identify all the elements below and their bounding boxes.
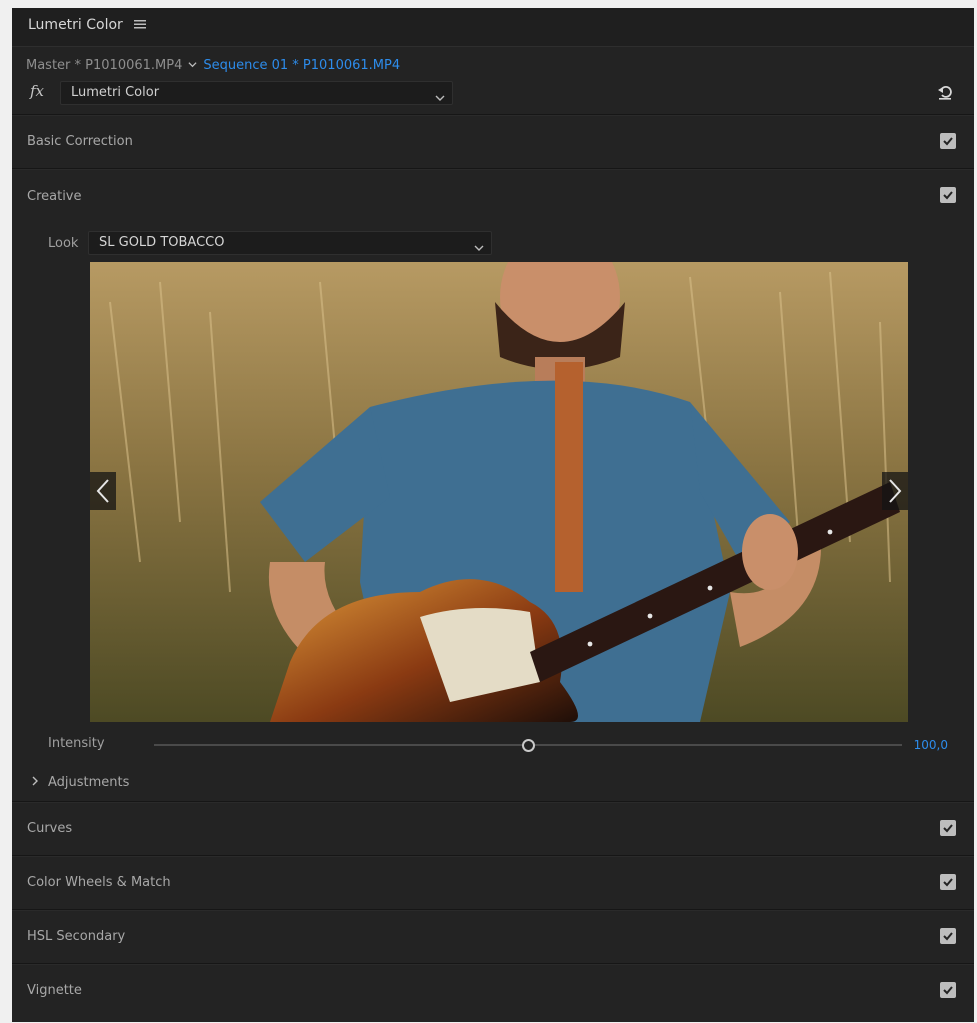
intensity-slider-thumb[interactable] xyxy=(522,739,535,752)
section-enable-checkbox[interactable] xyxy=(940,187,956,203)
section-label: Basic Correction xyxy=(27,134,133,149)
preview-artwork xyxy=(90,262,908,722)
lumetri-color-panel: Lumetri Color Master * P1010061.MP4 Seque… xyxy=(12,8,974,1022)
section-creative: Creative Look SL GOLD TOBACCO Intensity … xyxy=(12,168,974,801)
next-look-button[interactable] xyxy=(882,472,908,510)
chevron-right-icon xyxy=(889,479,902,503)
section-enable-checkbox[interactable] xyxy=(940,928,956,944)
section-enable-checkbox[interactable] xyxy=(940,874,956,890)
section-enable-checkbox[interactable] xyxy=(940,820,956,836)
reset-icon[interactable] xyxy=(936,83,954,101)
chevron-left-icon xyxy=(96,479,109,503)
sequence-clip-tab[interactable]: Sequence 01 * P1010061.MP4 xyxy=(203,58,400,73)
chevron-right-icon xyxy=(30,775,42,790)
source-clip-row: Master * P1010061.MP4 Sequence 01 * P1010… xyxy=(26,58,400,76)
section-vignette[interactable]: Vignette xyxy=(12,963,974,1017)
section-label: HSL Secondary xyxy=(27,929,126,944)
adjustments-label: Adjustments xyxy=(48,775,130,790)
effect-select-value: Lumetri Color xyxy=(71,85,160,100)
section-label: Color Wheels & Match xyxy=(27,875,171,890)
previous-look-button[interactable] xyxy=(90,472,116,510)
adjustments-expander[interactable]: Adjustments xyxy=(30,775,129,790)
fx-icon[interactable]: fx xyxy=(30,82,44,100)
look-preview-image xyxy=(90,262,908,722)
look-select-value: SL GOLD TOBACCO xyxy=(99,235,225,250)
intensity-value[interactable]: 100,0 xyxy=(914,738,948,752)
section-hsl-secondary[interactable]: HSL Secondary xyxy=(12,909,974,963)
chevron-down-icon[interactable] xyxy=(188,58,197,73)
intensity-label: Intensity xyxy=(48,736,105,751)
look-select[interactable]: SL GOLD TOBACCO xyxy=(88,231,492,255)
section-basic-correction[interactable]: Basic Correction xyxy=(12,114,974,168)
effect-select[interactable]: Lumetri Color xyxy=(60,81,453,105)
look-label: Look xyxy=(48,236,79,251)
section-enable-checkbox[interactable] xyxy=(940,982,956,998)
panel-title-bar: Lumetri Color xyxy=(12,8,974,47)
section-curves[interactable]: Curves xyxy=(12,801,974,855)
hamburger-menu-icon[interactable] xyxy=(132,16,148,32)
section-color-wheels-match[interactable]: Color Wheels & Match xyxy=(12,855,974,909)
intensity-slider[interactable] xyxy=(154,739,902,752)
chevron-down-icon xyxy=(474,238,484,251)
section-enable-checkbox[interactable] xyxy=(940,133,956,149)
panel-title: Lumetri Color xyxy=(28,17,123,33)
section-label[interactable]: Creative xyxy=(27,189,82,204)
effect-row: fx Lumetri Color xyxy=(12,80,974,110)
master-clip-tab[interactable]: Master * P1010061.MP4 xyxy=(26,58,182,73)
section-label: Curves xyxy=(27,821,73,836)
section-label: Vignette xyxy=(27,983,82,998)
chevron-down-icon xyxy=(435,88,445,101)
